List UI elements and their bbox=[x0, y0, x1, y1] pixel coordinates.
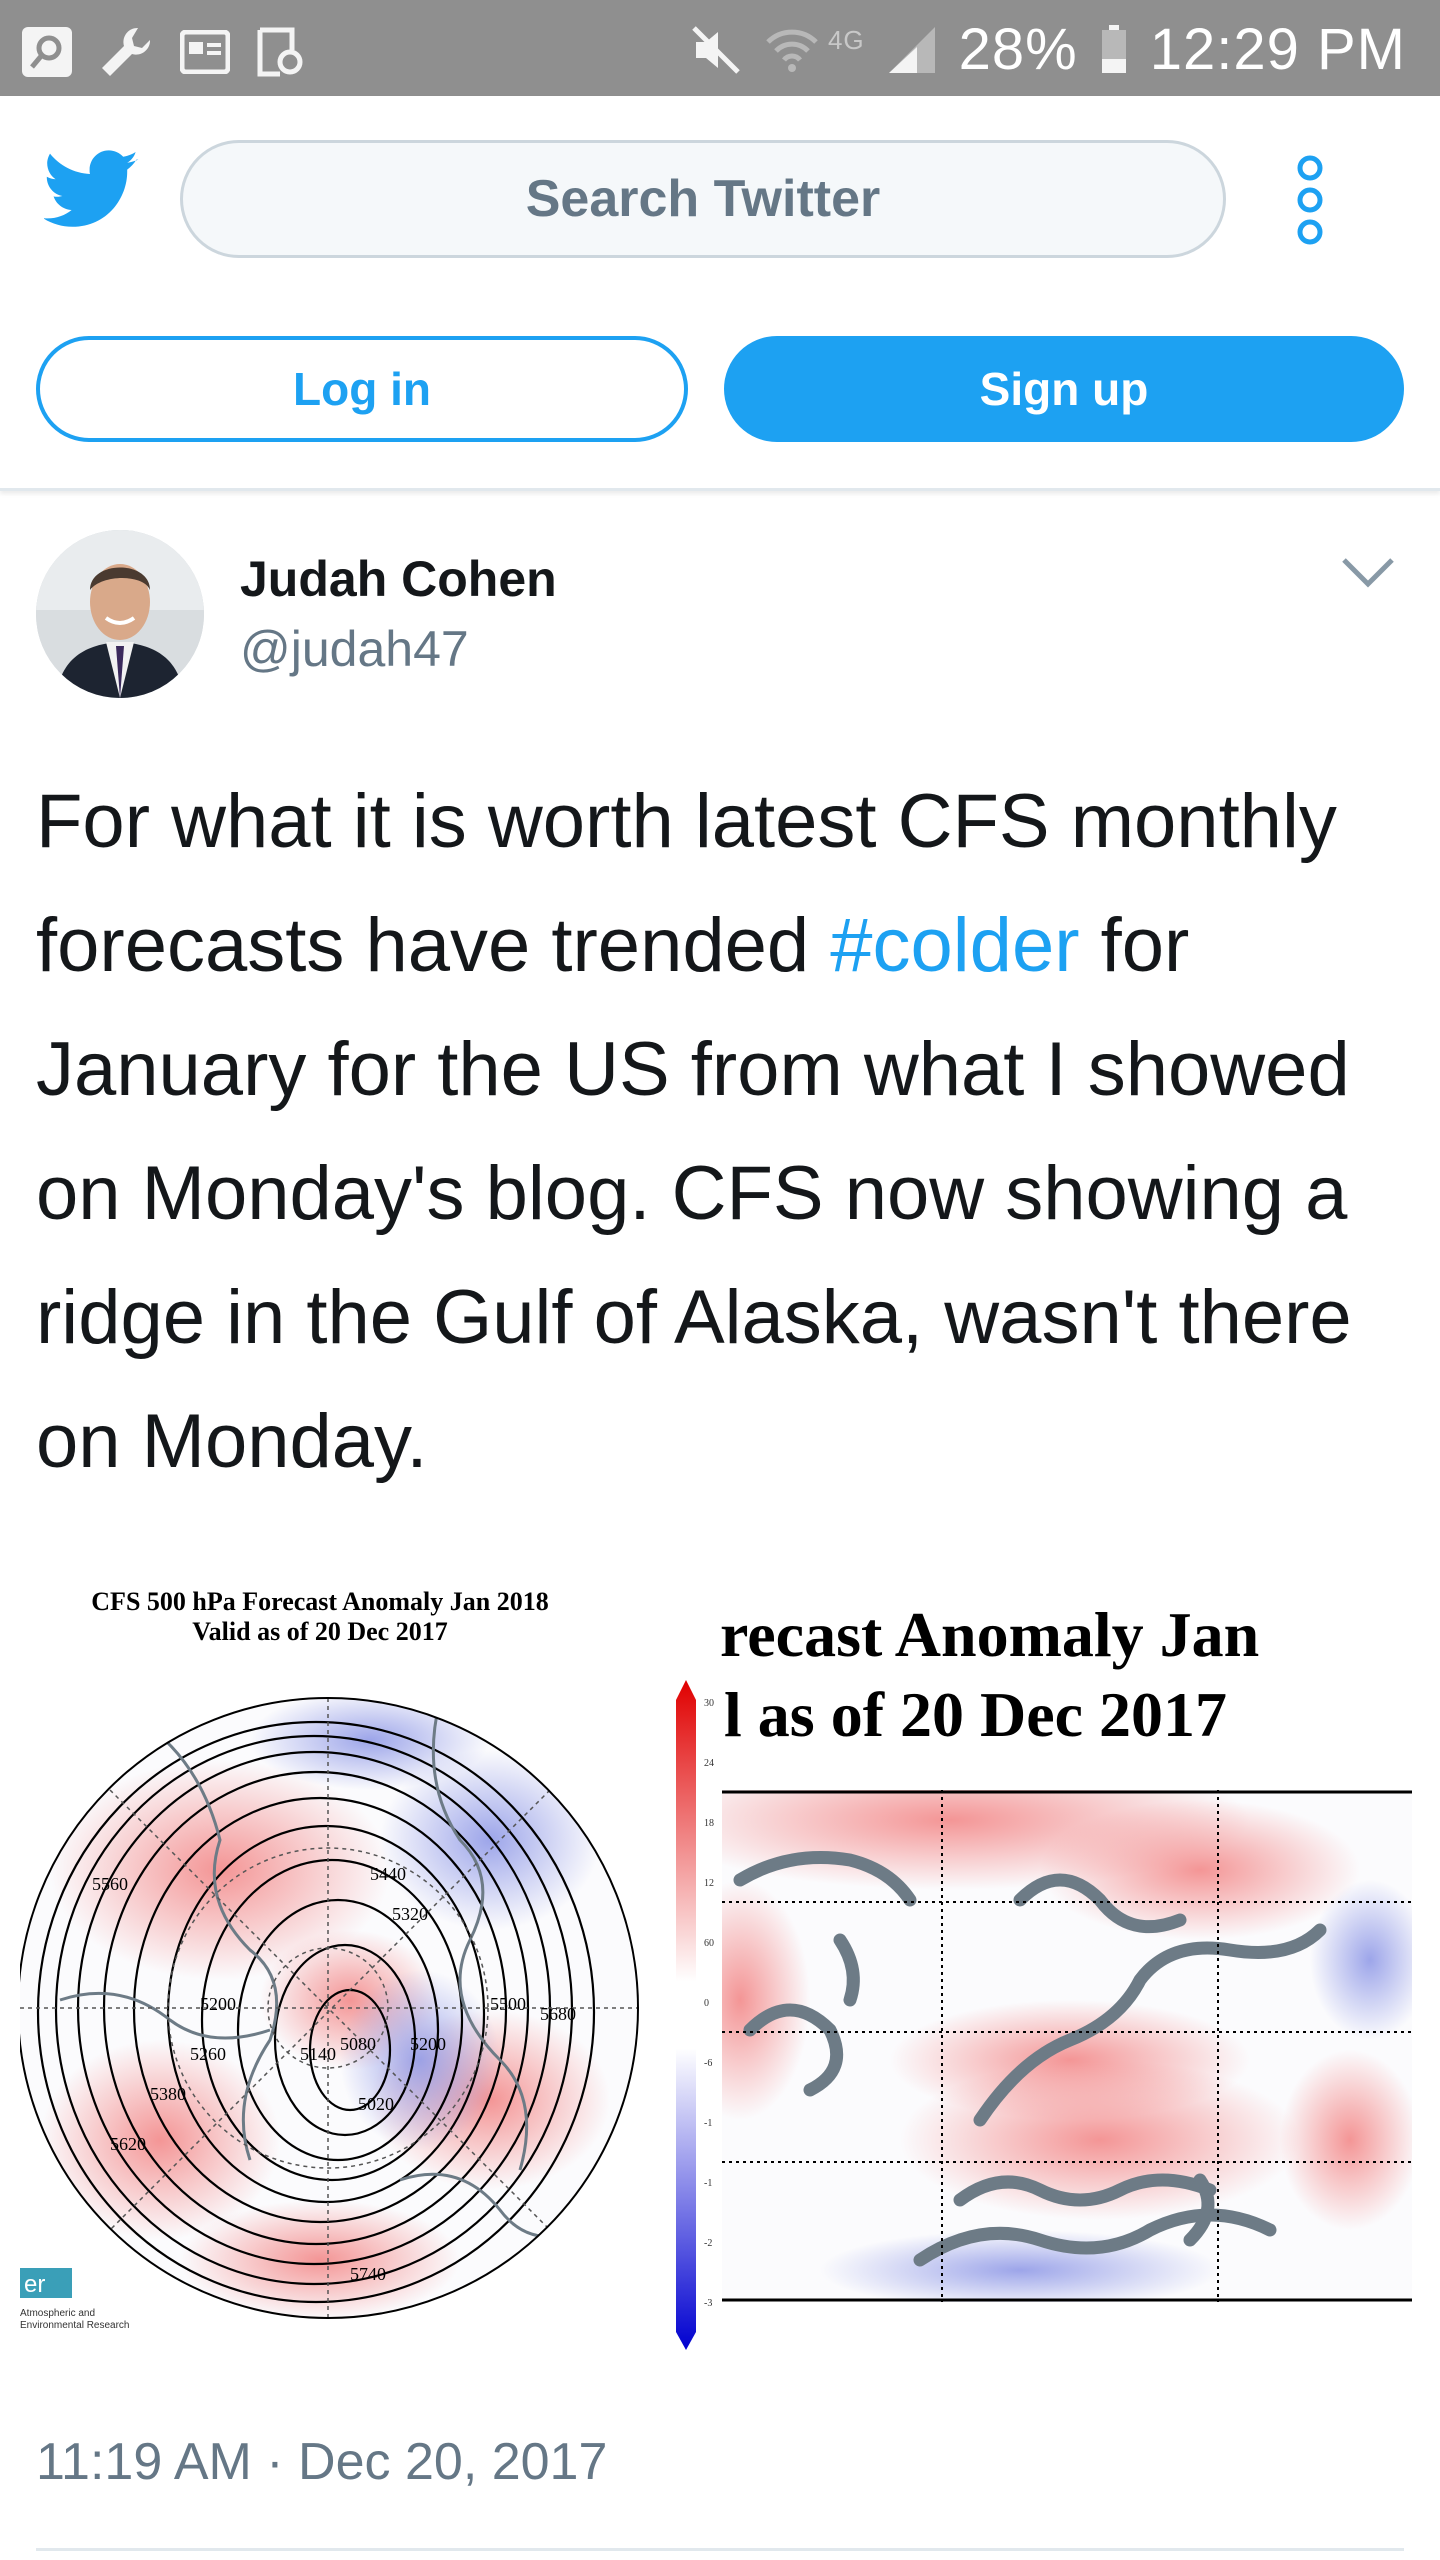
more-options-icon[interactable] bbox=[1290, 150, 1330, 250]
login-label: Log in bbox=[293, 363, 431, 415]
hashtag-link[interactable]: #colder bbox=[830, 903, 1079, 988]
right-map-subtitle: l as of 20 Dec 2017 bbox=[724, 1679, 1227, 1750]
colorbar-tick: -2 bbox=[704, 2238, 712, 2249]
battery-percent: 28% bbox=[958, 17, 1078, 82]
contour-label: 5320 bbox=[392, 1904, 428, 1924]
divider bbox=[36, 2548, 1404, 2551]
aer-logo: er Atmospheric and Environmental Researc… bbox=[20, 2268, 130, 2331]
avatar-photo bbox=[36, 530, 204, 698]
colorbar-tick: 24 bbox=[704, 1758, 714, 1769]
tweet-media-image[interactable]: CFS 500 hPa Forecast Anomaly Jan 2018 Va… bbox=[20, 1580, 1420, 2350]
colorbar-tick: -6 bbox=[704, 2058, 712, 2069]
tweet-timestamp[interactable]: 11:19 AM · Dec 20, 2017 bbox=[36, 2432, 607, 2492]
author-handle[interactable]: @judah47 bbox=[240, 620, 469, 678]
colorbar-tick: 18 bbox=[704, 1818, 714, 1829]
contour-label: 5020 bbox=[358, 2094, 394, 2114]
chevron-down-icon[interactable] bbox=[1340, 556, 1396, 590]
login-button[interactable]: Log in bbox=[36, 336, 688, 442]
status-bar-left-icons bbox=[22, 24, 306, 80]
colorbar-tick: -1 bbox=[704, 2178, 712, 2189]
colorbar-tick: -1 bbox=[704, 2118, 712, 2129]
wifi-icon bbox=[766, 29, 818, 72]
contour-label: 5440 bbox=[370, 1864, 406, 1884]
author-name[interactable]: Judah Cohen bbox=[240, 550, 557, 608]
colorbar-tick: -3 bbox=[704, 2298, 712, 2309]
aer-logo-caption-2: Environmental Research bbox=[20, 2320, 130, 2331]
tweet-text: For what it is worth latest CFS monthly … bbox=[36, 760, 1416, 1504]
contour-label: 5680 bbox=[540, 2004, 576, 2024]
tweet-text-part-2: for January for the US from what I showe… bbox=[36, 903, 1352, 1484]
avatar[interactable] bbox=[36, 530, 204, 698]
contour-label: 5260 bbox=[190, 2044, 226, 2064]
screenshot-icon bbox=[257, 27, 303, 77]
network-type: 4G bbox=[827, 25, 865, 55]
mute-icon bbox=[692, 25, 740, 74]
right-map-title: recast Anomaly Jan bbox=[720, 1599, 1259, 1670]
aer-logo-caption-1: Atmospheric and bbox=[20, 2308, 95, 2319]
signup-button[interactable]: Sign up bbox=[724, 336, 1404, 442]
colorbar-tick: 12 bbox=[704, 1878, 714, 1889]
contour-label: 5500 bbox=[490, 1994, 526, 2014]
contour-label: 5200 bbox=[200, 1994, 236, 2014]
colorbar: 30 24 18 12 60 0 -6 -1 -1 -2 -3 bbox=[676, 1680, 714, 2350]
wrench-icon bbox=[102, 27, 151, 76]
twitter-bird-icon[interactable] bbox=[44, 150, 140, 230]
contour-label: 5140 bbox=[300, 2044, 336, 2064]
contour-label: 5560 bbox=[92, 1874, 128, 1894]
battery-icon bbox=[1101, 24, 1126, 73]
contour-label: 5080 bbox=[340, 2034, 376, 2054]
signup-label: Sign up bbox=[979, 363, 1149, 415]
status-bar-right: 4G 28% 12:29 PM bbox=[690, 16, 1406, 83]
left-map-subtitle: Valid as of 20 Dec 2017 bbox=[192, 1617, 447, 1646]
left-map-title: CFS 500 hPa Forecast Anomaly Jan 2018 bbox=[91, 1587, 548, 1616]
contour-label: 5740 bbox=[350, 2264, 386, 2284]
polar-anomaly-map: 5440 5320 5560 5200 5260 5380 5620 5140 … bbox=[20, 1697, 639, 2319]
card-icon bbox=[180, 30, 230, 74]
search-icon bbox=[22, 27, 72, 77]
search-input[interactable]: Search Twitter bbox=[180, 140, 1226, 258]
signal-icon bbox=[888, 26, 935, 73]
contour-label: 5620 bbox=[110, 2134, 146, 2154]
contour-label: 5200 bbox=[410, 2034, 446, 2054]
colorbar-tick: 60 bbox=[704, 1938, 714, 1949]
aer-logo-text: er bbox=[24, 2271, 45, 2298]
clock: 12:29 PM bbox=[1149, 17, 1406, 82]
colorbar-tick: 30 bbox=[704, 1698, 714, 1709]
status-bar: 4G 28% 12:29 PM bbox=[0, 0, 1440, 96]
regional-anomaly-map bbox=[722, 1790, 1412, 2302]
colorbar-tick: 0 bbox=[704, 1998, 709, 2009]
search-placeholder: Search Twitter bbox=[525, 170, 881, 228]
contour-label: 5380 bbox=[150, 2084, 186, 2104]
